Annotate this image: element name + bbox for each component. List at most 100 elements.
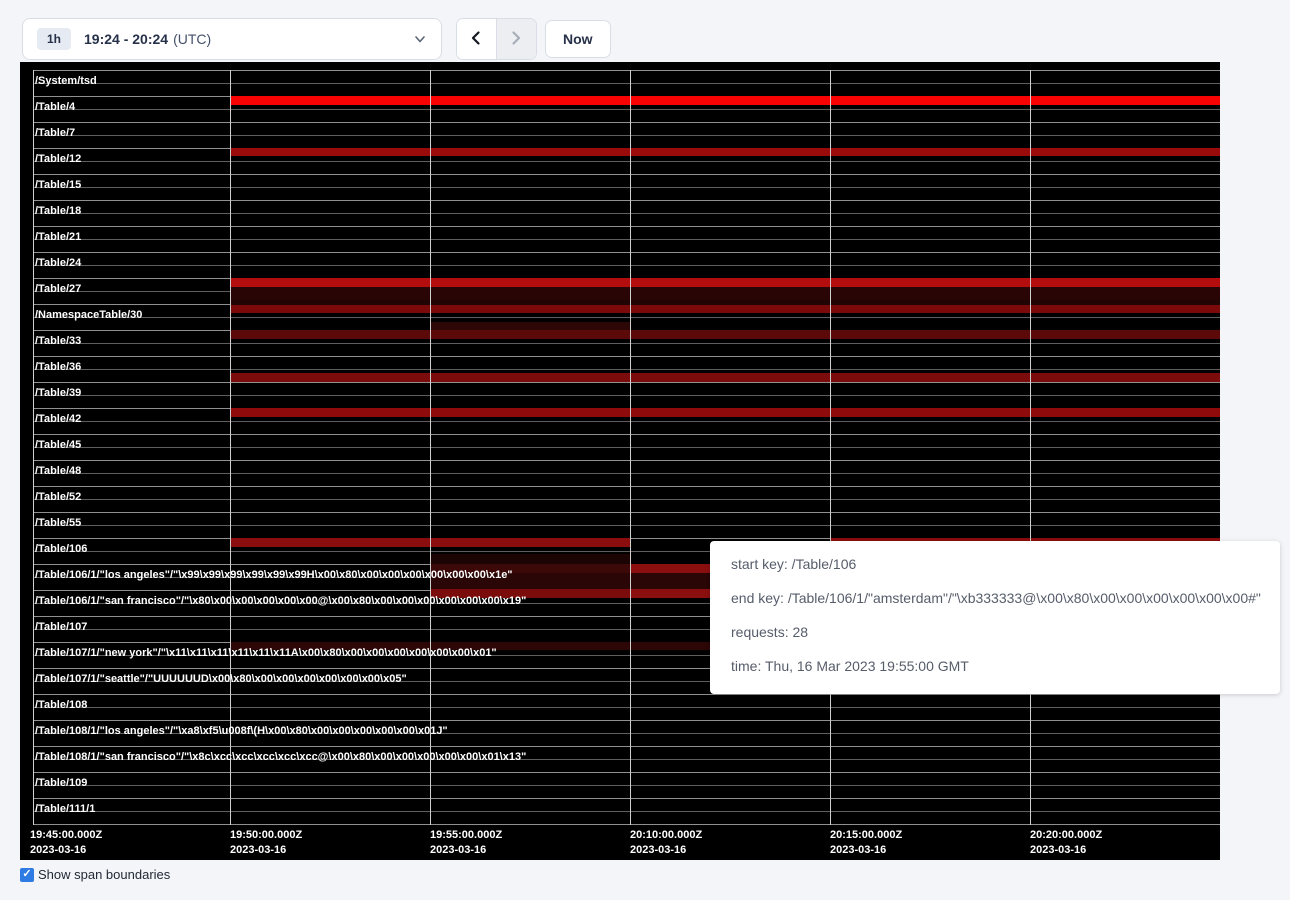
span-row: /Table/39 [33,382,1220,408]
span-row-label: /Table/15 [35,179,81,191]
span-row-label: /Table/33 [35,335,81,347]
tooltip-line: requests: 28 [731,615,1280,649]
span-row-label: /Table/107/1/"seattle"/"UUUUUUD\x00\x80\… [35,673,407,685]
span-row-label: /NamespaceTable/30 [35,309,142,321]
time-axis-tick: 20:15:00.000Z2023-03-16 [830,828,902,858]
span-row-label: /Table/108 [35,699,87,711]
span-row-label: /Table/106 [35,543,87,555]
span-boundary-line [33,707,1220,708]
chevron-left-icon [466,28,486,51]
show-span-boundaries-label[interactable]: Show span boundaries [38,867,170,882]
span-row: /Table/48 [33,460,1220,486]
span-row: /Table/18 [33,200,1220,226]
span-row-label: /Table/7 [35,127,75,139]
span-boundary-line [33,109,1220,110]
time-axis-tick: 19:50:00.000Z2023-03-16 [230,828,302,858]
time-range-text: 19:24 - 20:24 [84,31,168,47]
span-boundary-line [33,83,1220,84]
tooltip-line: end key: /Table/106/1/"amsterdam"/"\xb33… [731,581,1280,615]
span-boundary-line [33,135,1220,136]
span-boundary-line [33,161,1220,162]
span-boundary-line [33,369,1220,370]
span-boundary-line [33,447,1220,448]
time-range-badge: 1h [37,28,71,50]
span-row: /Table/7 [33,122,1220,148]
span-row-label: /Table/21 [35,231,81,243]
tooltip-line: start key: /Table/106 [731,547,1280,581]
time-range-selector[interactable]: 1h 19:24 - 20:24 (UTC) [22,18,442,60]
span-boundary-line [33,265,1220,266]
time-bucket-boundary-line [430,70,431,825]
heat-band [430,322,630,330]
span-row: /Table/45 [33,434,1220,460]
time-axis-tick: 19:45:00.000Z2023-03-16 [30,828,102,858]
span-row: /System/tsd [33,70,1220,96]
heat-band [230,278,1220,287]
span-row: /Table/24 [33,252,1220,278]
prev-time-button[interactable] [457,19,497,59]
time-bucket-boundary-line [630,70,631,825]
next-time-button[interactable] [497,19,537,59]
span-boundary-line [33,811,1220,812]
span-row-label: /Table/106/1/"san francisco"/"\x80\x00\x… [35,595,526,607]
span-row: /Table/109 [33,772,1220,798]
key-visualizer-heatmap[interactable]: /System/tsd/Table/4/Table/7/Table/12/Tab… [20,62,1220,860]
span-row-label: /Table/109 [35,777,87,789]
time-axis-tick: 20:20:00.000Z2023-03-16 [1030,828,1102,858]
time-axis-tick: 20:10:00.000Z2023-03-16 [630,828,702,858]
time-nav-group [456,18,537,60]
span-row-label: /Table/4 [35,101,75,113]
span-tooltip: start key: /Table/106end key: /Table/106… [710,541,1280,694]
heat-band [230,305,1220,313]
span-row-label: /Table/107 [35,621,87,633]
span-row-label: /Table/106/1/"los angeles"/"\x99\x99\x99… [35,569,513,581]
heat-band [430,554,630,564]
span-boundary-line [33,187,1220,188]
heat-band [230,373,1220,382]
span-row-label: /Table/111/1 [35,803,95,815]
span-row-label: /System/tsd [35,75,97,87]
time-axis-tick: 19:55:00.000Z2023-03-16 [430,828,502,858]
span-row-label: /Table/12 [35,153,81,165]
span-row-label: /Table/107/1/"new york"/"\x11\x11\x11\x1… [35,647,497,659]
heat-band [230,96,1220,105]
time-bucket-boundary-line [33,70,34,825]
span-boundary-line [33,395,1220,396]
span-row: /Table/15 [33,174,1220,200]
span-row: /Table/21 [33,226,1220,252]
heatmap-rows: /System/tsd/Table/4/Table/7/Table/12/Tab… [33,70,1220,824]
time-bucket-boundary-line [830,70,831,825]
toolbar: 1h 19:24 - 20:24 (UTC) Now [0,0,1290,62]
time-bucket-boundary-line [1030,70,1031,825]
time-range-timezone: (UTC) [173,31,211,47]
show-span-boundaries-checkbox[interactable]: ✓ [20,868,34,882]
span-row-label: /Table/18 [35,205,81,217]
span-boundary-line [33,343,1220,344]
span-row: /Table/55 [33,512,1220,538]
span-row-label: /Table/27 [35,283,81,295]
span-boundary-line [33,317,1220,318]
span-row: /Table/108/1/"san francisco"/"\x8c\xcc\x… [33,746,1220,772]
span-row: /Table/108 [33,694,1220,720]
span-row-label: /Table/52 [35,491,81,503]
span-boundary-line [33,499,1220,500]
time-bucket-boundary-line [230,70,231,825]
span-row: /Table/52 [33,486,1220,512]
footer: ✓ Show span boundaries [20,867,170,882]
span-row: /Table/111/1 [33,798,1220,824]
span-boundary-line [33,785,1220,786]
span-row-label: /Table/48 [35,465,81,477]
span-row-label: /Table/42 [35,413,81,425]
heat-band [230,287,1220,300]
span-row: /Table/108/1/"los angeles"/"\xa8\xf5\u00… [33,720,1220,746]
heat-band [230,148,1220,156]
checkmark-icon: ✓ [22,869,31,880]
heat-band [230,408,1220,417]
chevron-down-icon [413,32,427,46]
span-boundary-line [33,213,1220,214]
now-button[interactable]: Now [545,20,611,58]
span-boundary-line [33,473,1220,474]
heat-band [230,330,1220,339]
span-row-label: /Table/108/1/"san francisco"/"\x8c\xcc\x… [35,751,526,763]
span-row-label: /Table/108/1/"los angeles"/"\xa8\xf5\u00… [35,725,448,737]
